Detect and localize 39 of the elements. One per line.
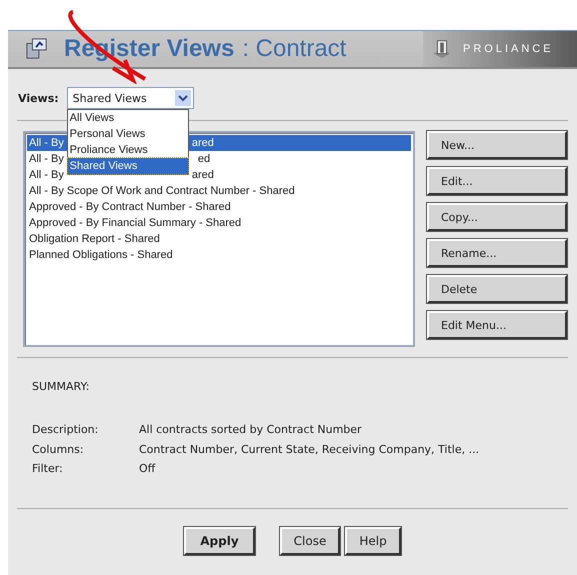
summary-label: Columns: — [32, 442, 85, 458]
list-item-text[interactable]: All - By — [29, 167, 64, 183]
table-icon — [26, 37, 48, 61]
summary-value: Off — [139, 462, 156, 477]
summary-value: Contract Number, Current State, Receiving Company, Title, ... — [139, 442, 480, 458]
list-item-text[interactable]: All - By Scope Of Work and Contract Number - Shared — [29, 183, 295, 199]
page-subtitle: : Contract — [242, 35, 346, 63]
list-item-text[interactable]: ed — [198, 151, 210, 167]
dropdown-option[interactable]: Proliance Views — [68, 142, 188, 158]
dropdown-option[interactable]: Personal Views — [68, 126, 188, 142]
action-button[interactable]: Copy... — [427, 203, 567, 231]
list-item-text[interactable]: Approved - By Financial Summary - Shared — [29, 215, 242, 231]
list-item-text[interactable]: All - By — [29, 151, 64, 167]
list-item-text[interactable]: All - By — [29, 135, 64, 151]
dialog-button[interactable]: Apply — [184, 527, 255, 555]
action-button[interactable]: New... — [427, 131, 567, 159]
views-listbox[interactable] — [23, 131, 415, 347]
action-button[interactable]: Rename... — [427, 239, 567, 267]
list-item-text[interactable]: Approved - By Contract Number - Shared — [29, 199, 231, 215]
dropdown-option[interactable]: All Views — [68, 110, 188, 126]
list-item-text[interactable]: ared — [192, 167, 214, 183]
summary-value: All contracts sorted by Contract Number — [139, 423, 362, 438]
list-item-text[interactable]: Obligation Report - Shared — [29, 231, 160, 247]
list-item-text[interactable]: ared — [192, 135, 214, 151]
dialog-button[interactable]: Help — [345, 527, 401, 555]
logo-icon — [431, 38, 453, 60]
list-item-text[interactable]: Planned Obligations - Shared — [29, 247, 173, 263]
dropdown-option[interactable]: Shared Views — [68, 158, 188, 174]
summary-heading: SUMMARY: — [32, 380, 90, 393]
action-button[interactable]: Delete — [427, 275, 567, 303]
summary-label: Description: — [32, 423, 100, 438]
summary-label: Filter: — [32, 462, 64, 477]
views-dropdown[interactable]: Shared Views — [66, 87, 194, 109]
dialog-button[interactable]: Close — [280, 527, 340, 555]
action-button[interactable]: Edit... — [427, 167, 567, 195]
caret-icon — [174, 90, 191, 106]
views-label: Views: — [18, 92, 59, 104]
action-button[interactable]: Edit Menu... — [427, 311, 567, 339]
brand-name: PROLIANCE — [463, 43, 554, 55]
